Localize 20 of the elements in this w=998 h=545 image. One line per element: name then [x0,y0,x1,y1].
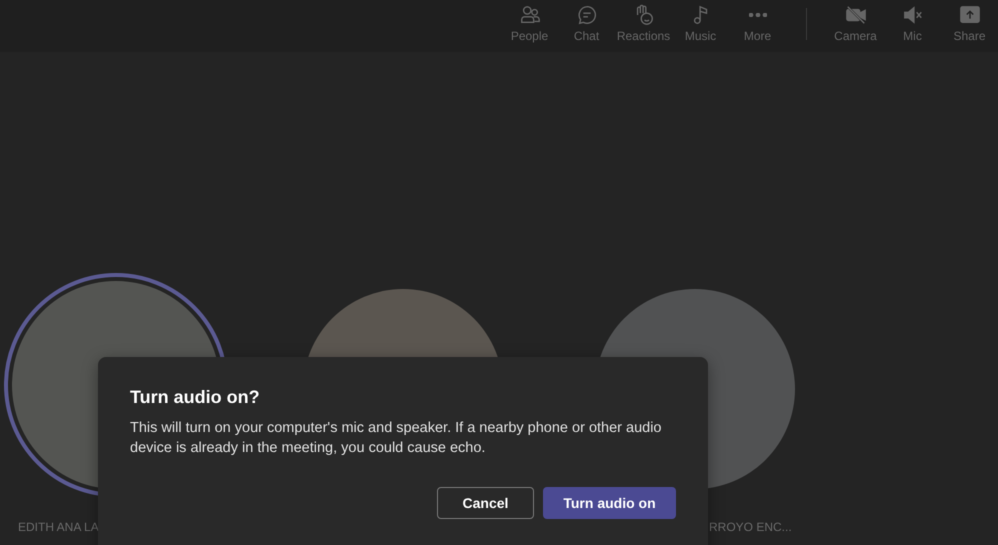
people-button[interactable]: People [501,0,558,52]
dialog-message: This will turn on your computer's mic and speaker. If a nearby phone or other audio device is already in the meeting, you could cause echo. [130,419,662,458]
confirm-button[interactable]: Turn audio on [543,487,676,519]
camera-off-icon [844,4,866,26]
participant-name: RROYO ENC... [709,520,792,534]
share-icon [958,4,980,26]
camera-button[interactable]: Camera [827,0,884,52]
cancel-button[interactable]: Cancel [437,487,534,519]
music-button[interactable]: Music [672,0,729,52]
reactions-button[interactable]: Reactions [615,0,672,52]
more-button[interactable]: More [729,0,786,52]
people-icon [518,4,540,26]
chat-button[interactable]: Chat [558,0,615,52]
speaker-muted-icon [902,4,924,26]
dialog-title: Turn audio on? [130,387,261,408]
share-button[interactable]: Share [941,0,998,52]
chat-icon [576,4,598,26]
ellipsis-icon [748,13,766,17]
participant-name: EDITH ANA LA [18,520,99,534]
mic-button[interactable]: Mic [884,0,941,52]
